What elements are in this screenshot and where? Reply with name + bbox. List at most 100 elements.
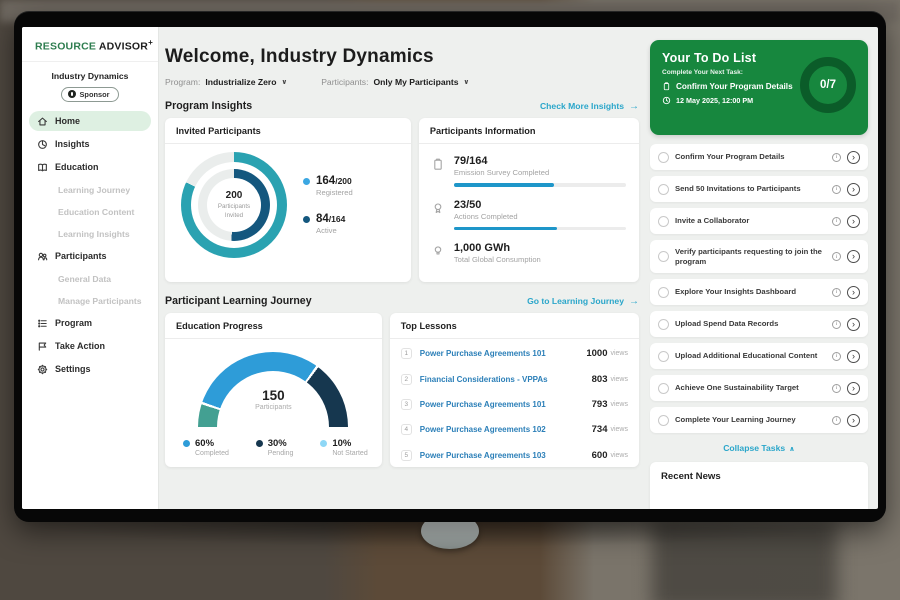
todo-panel: Your To Do List Complete Your Next Task:… xyxy=(650,27,878,509)
stat-emission-survey: 79/164 Emission Survey Completed xyxy=(432,155,626,187)
task-checkbox[interactable] xyxy=(658,184,669,195)
check-more-insights-link[interactable]: Check More Insights → xyxy=(540,101,639,112)
task-row[interactable]: Complete Your Learning Journey i › xyxy=(650,407,868,433)
bulb-icon xyxy=(432,242,445,264)
lesson-row[interactable]: 3 Power Purchase Agreements 101 793 view… xyxy=(390,392,639,417)
participants-filter[interactable]: Participants: Only My Participants ∨ xyxy=(321,77,469,87)
task-row[interactable]: Explore Your Insights Dashboard i › xyxy=(650,279,868,305)
arrow-right-icon: → xyxy=(629,101,639,112)
monitor-bezel: RESOURCE ADVISOR+ Industry Dynamics Spon… xyxy=(14,11,886,522)
task-checkbox[interactable] xyxy=(658,287,669,298)
sidebar-item-education-content[interactable]: Education Content xyxy=(29,202,151,221)
sidebar-item-learning-insights[interactable]: Learning Insights xyxy=(29,224,151,243)
actions-completed-progress-bar xyxy=(454,227,626,231)
task-checkbox[interactable] xyxy=(658,216,669,227)
task-checkbox[interactable] xyxy=(658,351,669,362)
sidebar-item-home[interactable]: Home xyxy=(29,111,151,131)
task-checkbox[interactable] xyxy=(658,251,669,262)
sidebar-item-program[interactable]: Program xyxy=(29,313,151,333)
participants-icon xyxy=(37,251,48,262)
task-checkbox[interactable] xyxy=(658,415,669,426)
home-icon xyxy=(37,116,48,127)
chevron-right-icon[interactable]: › xyxy=(847,350,860,363)
chevron-right-icon[interactable]: › xyxy=(847,414,860,427)
participants-filter-label: Participants: xyxy=(321,77,368,87)
sidebar-item-insights[interactable]: Insights xyxy=(29,134,151,154)
sidebar-item-manage-participants[interactable]: Manage Participants xyxy=(29,291,151,310)
sidebar: RESOURCE ADVISOR+ Industry Dynamics Spon… xyxy=(22,27,159,509)
chevron-up-icon: ∧ xyxy=(789,446,795,453)
info-icon[interactable]: i xyxy=(832,185,841,194)
sidebar-item-learning-journey[interactable]: Learning Journey xyxy=(29,180,151,199)
task-row[interactable]: Invite a Collaborator i › xyxy=(650,208,868,234)
legend-pending: 30%Pending xyxy=(256,438,294,457)
participants-information-card: Participants Information 79/164 Emission… xyxy=(419,118,639,282)
sidebar-item-take-action[interactable]: Take Action xyxy=(29,336,151,356)
task-row[interactable]: Send 50 Invitations to Participants i › xyxy=(650,176,868,202)
program-filter-value: Industrialize Zero xyxy=(205,77,276,87)
todo-summary-card: Your To Do List Complete Your Next Task:… xyxy=(650,40,868,135)
info-icon[interactable]: i xyxy=(832,252,841,261)
lesson-row[interactable]: 5 Power Purchase Agreements 103 600 view… xyxy=(390,443,639,468)
go-to-learning-journey-link[interactable]: Go to Learning Journey → xyxy=(527,296,639,307)
sidebar-item-settings[interactable]: Settings xyxy=(29,359,151,379)
collapse-tasks-link[interactable]: Collapse Tasks∧ xyxy=(650,443,868,453)
gauge-center-label: 150 Participants xyxy=(198,388,348,411)
info-icon[interactable]: i xyxy=(832,288,841,297)
info-icon[interactable]: i xyxy=(832,153,841,162)
emission-survey-progress-bar xyxy=(454,183,626,187)
task-row[interactable]: Upload Additional Educational Content i … xyxy=(650,343,868,369)
chevron-right-icon[interactable]: › xyxy=(847,215,860,228)
legend-dot xyxy=(320,440,327,447)
task-checkbox[interactable] xyxy=(658,152,669,163)
org-name: Industry Dynamics xyxy=(22,71,158,81)
program-insights-section-header: Program Insights Check More Insights → xyxy=(165,100,639,112)
settings-icon xyxy=(37,364,48,375)
program-insights-title: Program Insights xyxy=(165,100,252,112)
top-lessons-card: Top Lessons 1 Power Purchase Agreements … xyxy=(390,313,639,467)
participants-information-card-title: Participants Information xyxy=(419,118,639,144)
info-icon[interactable]: i xyxy=(832,217,841,226)
info-icon[interactable]: i xyxy=(832,416,841,425)
chevron-right-icon[interactable]: › xyxy=(847,382,860,395)
task-row[interactable]: Verify participants requesting to join t… xyxy=(650,240,868,273)
task-row[interactable]: Achieve One Sustainability Target i › xyxy=(650,375,868,401)
legend-active: 84/164 Active xyxy=(303,213,353,235)
lesson-row[interactable]: 4 Power Purchase Agreements 102 734 view… xyxy=(390,417,639,442)
lesson-row[interactable]: 2 Financial Considerations - VPPAs 803 v… xyxy=(390,366,639,391)
chevron-right-icon[interactable]: › xyxy=(847,250,860,263)
legend-dot xyxy=(303,216,310,223)
task-row[interactable]: Upload Spend Data Records i › xyxy=(650,311,868,337)
sidebar-item-general-data[interactable]: General Data xyxy=(29,269,151,288)
participants-filter-value: Only My Participants xyxy=(373,77,458,87)
sponsor-badge[interactable]: Sponsor xyxy=(61,87,120,102)
program-icon xyxy=(37,318,48,329)
chevron-right-icon[interactable]: › xyxy=(847,151,860,164)
info-icon[interactable]: i xyxy=(832,352,841,361)
info-icon[interactable]: i xyxy=(832,320,841,329)
education-progress-card: Education Progress 150 Participants 60%C… xyxy=(165,313,382,467)
legend-dot xyxy=(256,440,263,447)
insights-icon xyxy=(37,139,48,150)
survey-icon xyxy=(432,155,445,187)
sidebar-item-education[interactable]: Education xyxy=(29,157,151,177)
chevron-right-icon[interactable]: › xyxy=(847,183,860,196)
task-checkbox[interactable] xyxy=(658,383,669,394)
sidebar-item-participants[interactable]: Participants xyxy=(29,246,151,266)
learning-journey-title: Participant Learning Journey xyxy=(165,295,312,307)
legend-registered: 164/200 Registered xyxy=(303,175,353,197)
lesson-row[interactable]: 1 Power Purchase Agreements 101 1000 vie… xyxy=(390,341,639,366)
take-action-icon xyxy=(37,341,48,352)
main-content: Welcome, Industry Dynamics Program: Indu… xyxy=(159,27,650,509)
program-filter[interactable]: Program: Industrialize Zero ∨ xyxy=(165,77,287,87)
sidebar-nav: Home Insights Education Learning Journey… xyxy=(22,110,158,381)
recent-news-title: Recent News xyxy=(661,471,857,482)
chevron-right-icon[interactable]: › xyxy=(847,318,860,331)
chevron-right-icon[interactable]: › xyxy=(847,286,860,299)
task-checkbox[interactable] xyxy=(658,319,669,330)
top-lessons-card-title: Top Lessons xyxy=(390,313,639,339)
info-icon[interactable]: i xyxy=(832,384,841,393)
education-progress-card-title: Education Progress xyxy=(165,313,382,339)
task-row[interactable]: Confirm Your Program Details i › xyxy=(650,144,868,170)
stat-global-consumption: 1,000 GWh Total Global Consumption xyxy=(432,242,626,264)
